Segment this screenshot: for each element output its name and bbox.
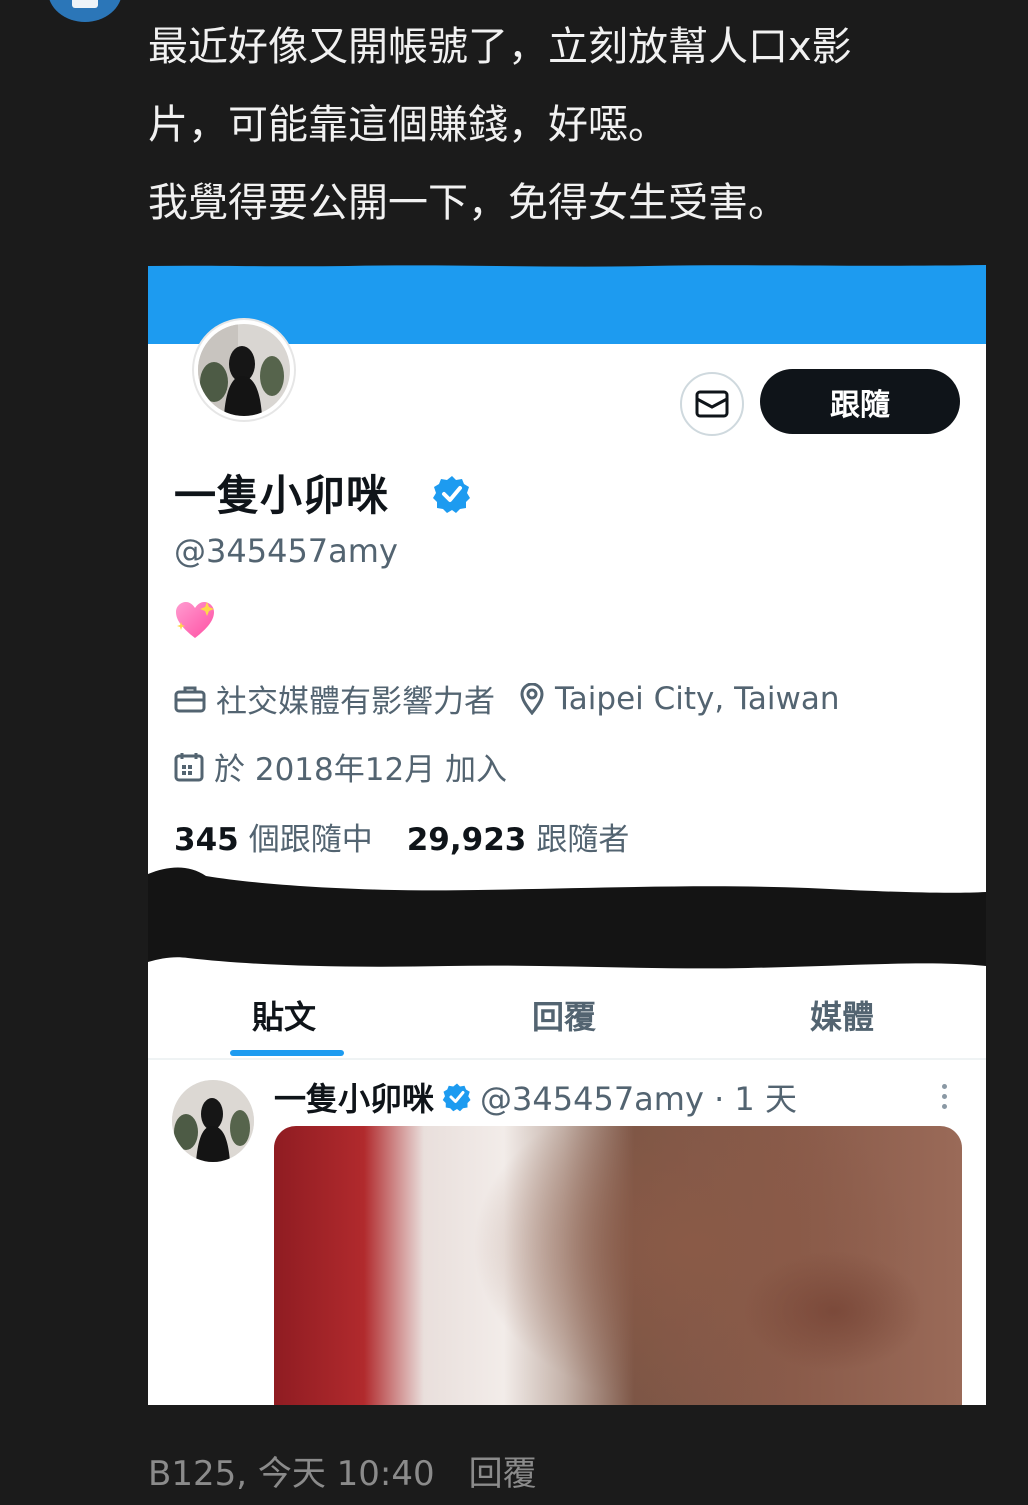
followers-link[interactable]: 29,923 跟隨者 bbox=[407, 814, 630, 859]
follow-stats: 345 個跟隨中 29,923 跟隨者 bbox=[174, 814, 629, 859]
banner-torn-edge bbox=[148, 262, 986, 267]
sparkling-heart-icon bbox=[176, 602, 214, 638]
post-footer: B125, 今天 10:40 回覆 bbox=[148, 1446, 537, 1495]
tab-posts[interactable]: 貼文 bbox=[252, 992, 316, 1038]
calendar-icon bbox=[174, 752, 204, 782]
verified-badge-icon bbox=[442, 1083, 471, 1112]
tweet-avatar[interactable] bbox=[172, 1080, 254, 1162]
following-link[interactable]: 345 個跟隨中 bbox=[174, 814, 373, 859]
mail-icon bbox=[695, 390, 729, 418]
post-line: 我覺得要公開一下，免得女生受害。 bbox=[148, 180, 788, 226]
post-line: 片，可能靠這個賺錢，好噁。 bbox=[148, 102, 668, 148]
post-line: 最近好像又開帳號了，立刻放幫人口x影 bbox=[148, 24, 852, 70]
profile-meta-row: 於 2018年12月 加入 bbox=[174, 744, 507, 789]
profile-avatar[interactable] bbox=[194, 320, 294, 420]
tweet-meta: @345457amy · 1 天 bbox=[480, 1080, 797, 1118]
tweet-media-blurred[interactable] bbox=[274, 1126, 962, 1405]
follow-button[interactable]: 跟隨 bbox=[760, 369, 960, 434]
reply-button[interactable]: 回覆 bbox=[469, 1446, 537, 1495]
tweet-header: 一隻小卯咪 @345457amy · 1 天 bbox=[274, 1074, 797, 1120]
message-button[interactable] bbox=[680, 372, 744, 436]
more-options-icon[interactable] bbox=[936, 1080, 952, 1116]
location-pin-icon bbox=[519, 682, 545, 715]
profile-joined: 於 2018年12月 加入 bbox=[214, 752, 508, 788]
profile-tabs: 貼文 回覆 媒體 bbox=[148, 982, 986, 1060]
briefcase-icon bbox=[174, 684, 206, 714]
poster-avatar[interactable] bbox=[48, 0, 122, 22]
post-meta: B125, 今天 10:40 bbox=[148, 1454, 435, 1494]
redaction-scribble bbox=[148, 867, 986, 969]
embedded-screenshot: 跟隨 一隻小卯咪 @345457amy 社交媒體有影響力者 Taipei Cit… bbox=[148, 262, 986, 1405]
tab-media[interactable]: 媒體 bbox=[810, 992, 874, 1038]
profile-meta-row: 社交媒體有影響力者 Taipei City, Taiwan bbox=[174, 676, 840, 721]
verified-badge-icon bbox=[433, 476, 470, 513]
tab-replies[interactable]: 回覆 bbox=[532, 992, 596, 1038]
profile-category: 社交媒體有影響力者 bbox=[216, 684, 495, 720]
profile-location: Taipei City, Taiwan bbox=[555, 680, 840, 717]
active-tab-indicator bbox=[230, 1050, 344, 1056]
handle: @345457amy bbox=[174, 532, 398, 570]
display-name: 一隻小卯咪 bbox=[174, 471, 390, 520]
tweet-author-name[interactable]: 一隻小卯咪 bbox=[274, 1074, 434, 1120]
post-body: 最近好像又開帳號了，立刻放幫人口x影 片，可能靠這個賺錢，好噁。 我覺得要公開一… bbox=[148, 8, 948, 242]
